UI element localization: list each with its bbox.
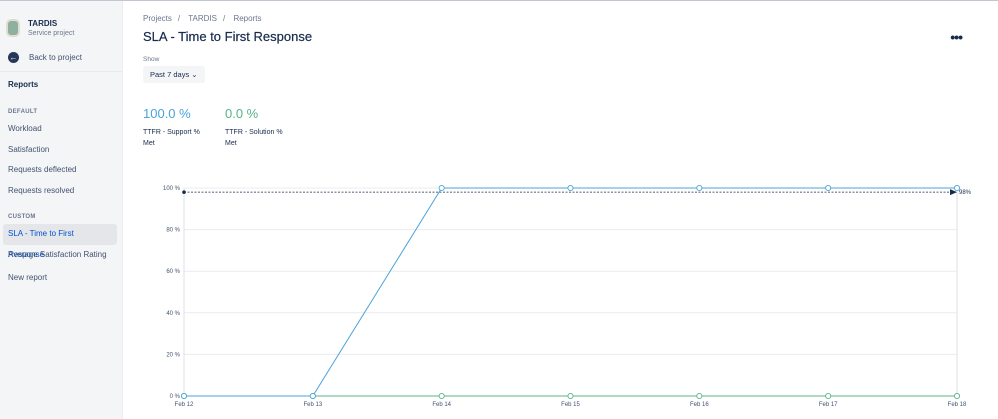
x-tick-label: Feb 14 [432,402,451,408]
x-tick-label: Feb 12 [175,402,194,408]
data-point [696,184,703,192]
data-point [953,392,961,400]
data-point [696,392,703,400]
x-tick-label: Feb 17 [819,402,838,408]
data-point [309,392,316,400]
data-point [567,392,574,400]
y-tick-label: 80 % [166,228,180,234]
y-tick-label: 20 % [166,352,180,358]
x-tick-label: Feb 16 [690,402,709,408]
sla-line-chart: 0 % 20 % 40 % 60 % 80 % 100 % Feb 12 Feb 13 Feb … [163,184,972,408]
x-tick-label: Feb 13 [303,402,322,408]
y-tick-label: 100 % [163,186,181,192]
y-tick-label: 60 % [166,269,180,275]
y-tick-label: 0 % [170,394,181,400]
data-point [825,184,832,192]
target-start-dot [182,190,186,194]
data-point [438,392,445,400]
target-label: 98% [959,190,972,196]
series-line [184,187,957,397]
x-tick-label: Feb 15 [561,402,580,408]
data-point [953,184,961,192]
data-point [567,184,574,192]
x-tick-label: Feb 18 [948,402,967,408]
data-point [438,184,445,192]
data-point [180,392,188,400]
y-tick-label: 40 % [166,311,180,317]
data-point [825,392,832,400]
